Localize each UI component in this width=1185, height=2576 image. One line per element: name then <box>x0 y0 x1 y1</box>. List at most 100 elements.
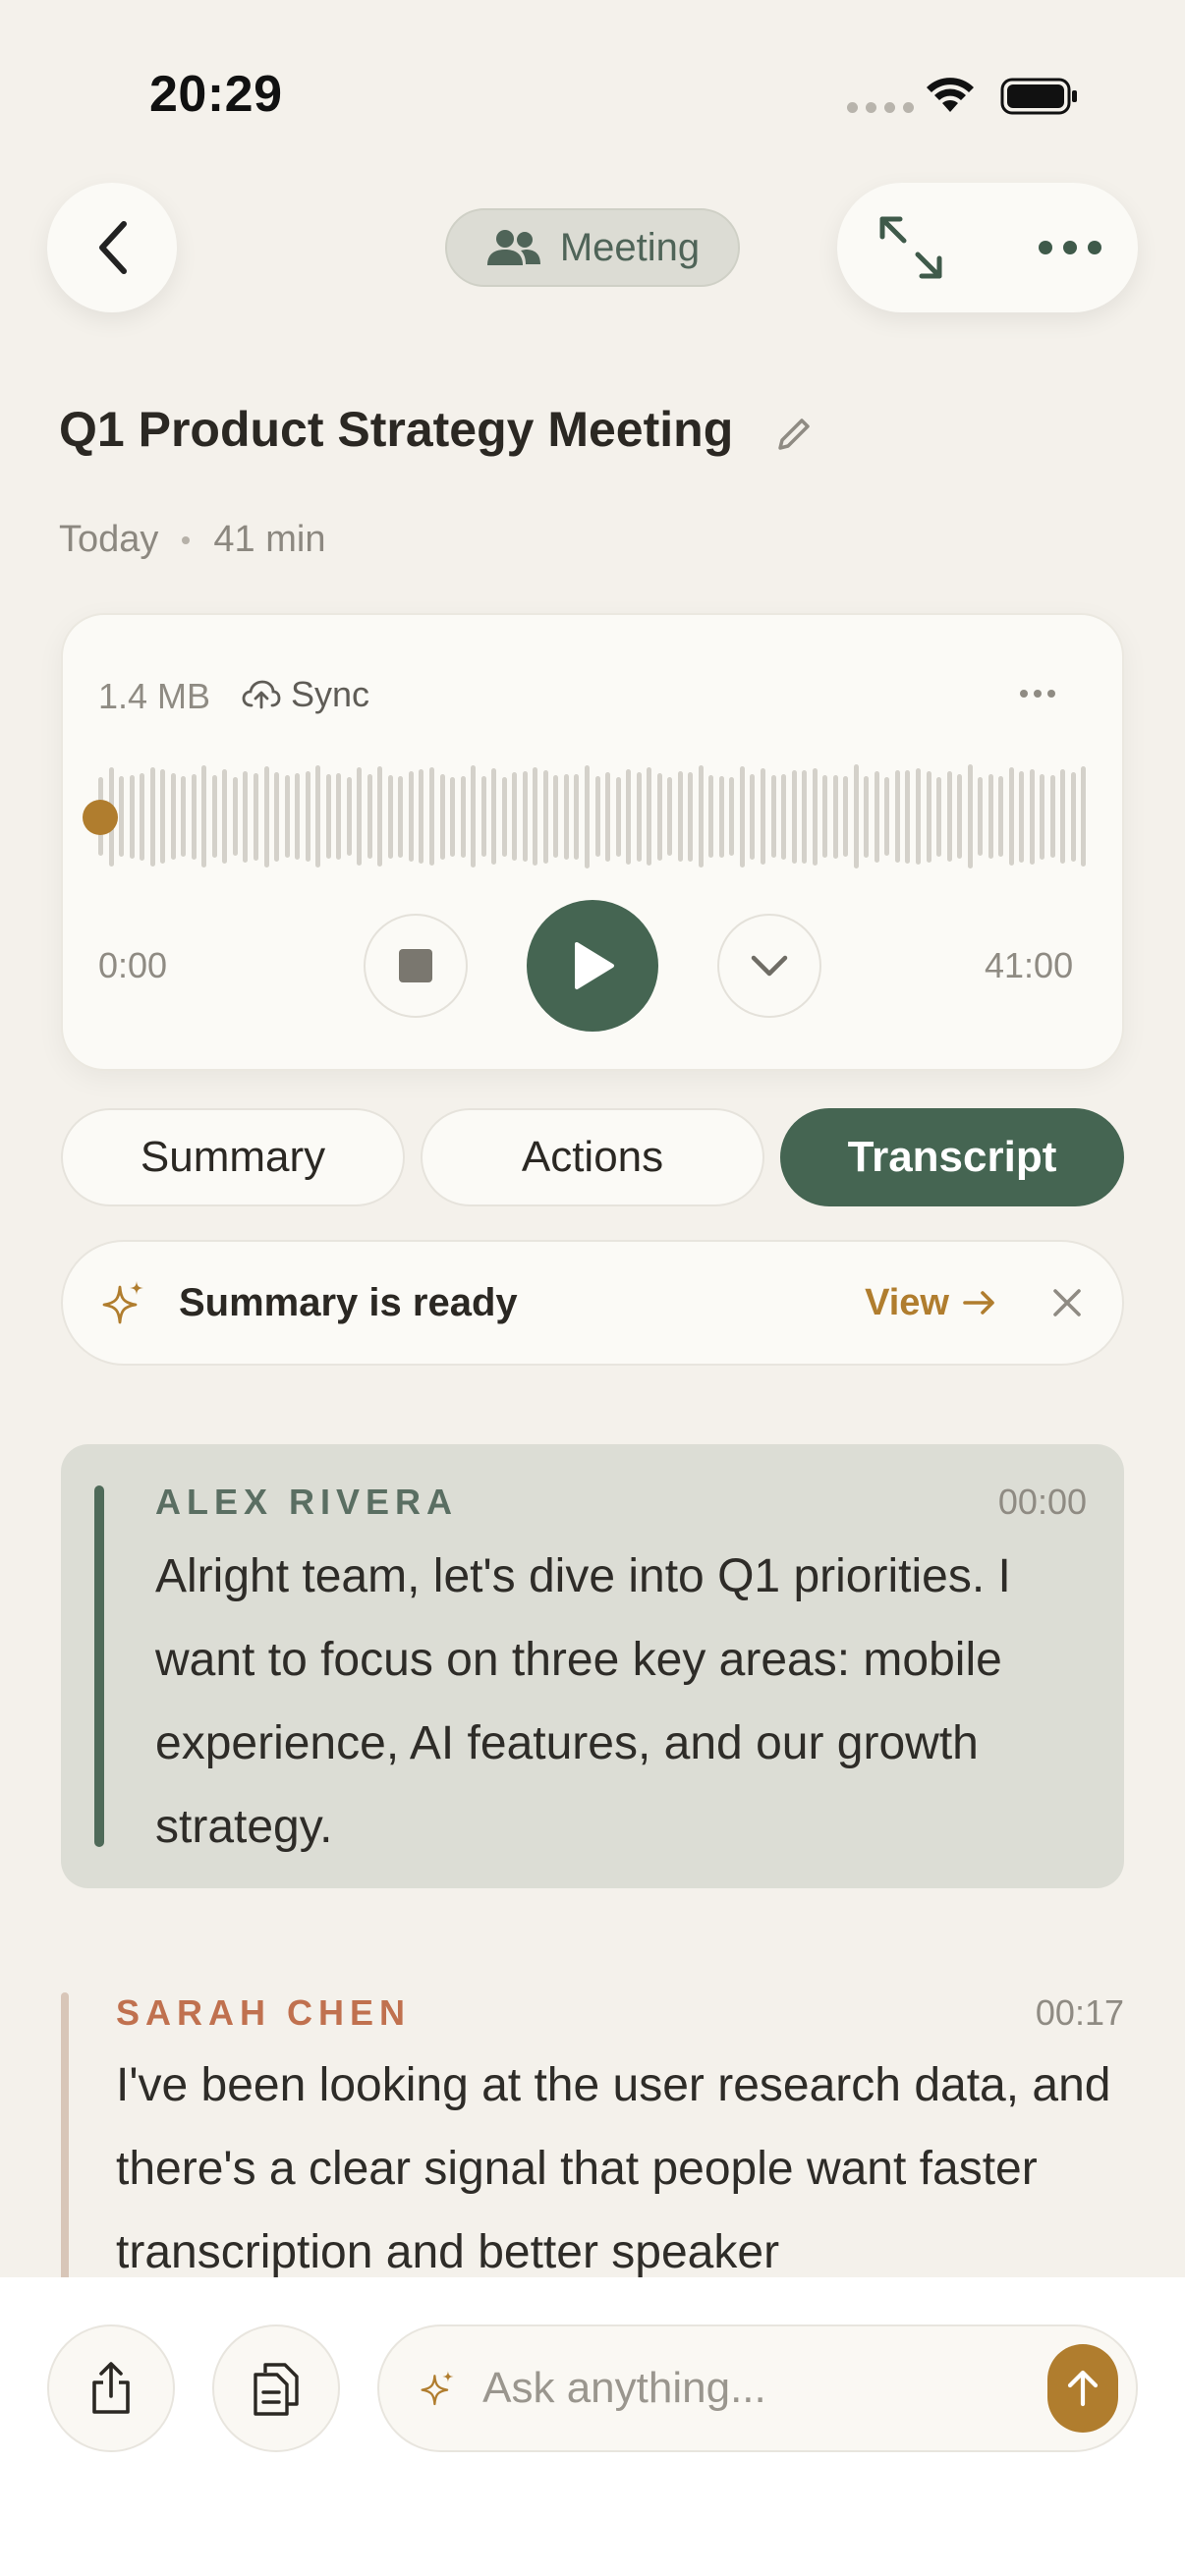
waveform-bar <box>1060 769 1066 864</box>
waveform-bar <box>563 773 569 860</box>
wifi-icon <box>927 78 974 112</box>
speaker-name: SARAH CHEN <box>116 1992 412 2033</box>
close-icon[interactable] <box>1051 1287 1083 1318</box>
arrow-right-icon <box>963 1291 994 1315</box>
waveform-bar <box>346 777 352 856</box>
ask-field[interactable] <box>377 2324 1138 2452</box>
waveform-bar <box>129 774 135 859</box>
meeting-mode-chip[interactable]: Meeting <box>445 208 740 287</box>
waveform-bar <box>1070 771 1076 862</box>
waveform-bar <box>967 764 973 868</box>
waveform-bar <box>201 765 207 868</box>
transcript-segment[interactable]: SARAH CHEN 00:17 I've been looking at th… <box>61 1992 1124 2287</box>
waveform-bar <box>667 777 673 856</box>
send-button[interactable] <box>1047 2344 1118 2433</box>
waveform-bar <box>471 765 477 868</box>
waveform-bar <box>367 774 372 859</box>
waveform-bar <box>615 776 621 857</box>
waveform-bar <box>222 769 228 864</box>
sparkle-icon <box>102 1281 143 1324</box>
play-icon <box>575 942 614 989</box>
waveform-bar <box>243 770 249 863</box>
tab-actions[interactable]: Actions <box>421 1108 764 1206</box>
playhead-handle[interactable] <box>83 800 118 835</box>
waveform-bar <box>450 776 456 857</box>
waveform-bar <box>439 773 445 860</box>
waveform-bar <box>408 771 414 862</box>
waveform[interactable] <box>98 762 1087 870</box>
status-time: 20:29 <box>149 66 283 123</box>
waveform-bar <box>584 764 590 868</box>
waveform-bar <box>605 771 611 862</box>
waveform-bar <box>533 767 538 866</box>
banner-message: Summary is ready <box>179 1280 518 1324</box>
waveform-bar <box>656 772 662 861</box>
back-button[interactable] <box>47 183 177 312</box>
segment-text: Alright team, let's dive into Q1 priorit… <box>155 1550 1011 1853</box>
total-time: 41:00 <box>985 945 1074 985</box>
view-label: View <box>865 1281 949 1323</box>
expand-icon[interactable] <box>876 213 945 282</box>
copy-icon <box>254 2363 299 2416</box>
waveform-bar <box>915 768 921 865</box>
transcript-segment[interactable]: ALEX RIVERA 00:00 Alright team, let's di… <box>61 1444 1124 1888</box>
waveform-bar <box>1040 773 1045 860</box>
waveform-bar <box>936 776 942 857</box>
waveform-bar <box>894 770 900 863</box>
waveform-bar <box>647 767 652 866</box>
tab-transcript[interactable]: Transcript <box>780 1108 1124 1206</box>
people-icon <box>486 230 540 265</box>
ask-input[interactable] <box>482 2364 1048 2413</box>
waveform-bar <box>387 774 393 859</box>
waveform-bar <box>688 771 694 862</box>
sparkle-icon <box>421 2371 454 2406</box>
header-actions <box>837 183 1138 312</box>
waveform-bar <box>284 775 290 858</box>
segment-timestamp[interactable]: 00:17 <box>1036 1992 1124 2034</box>
sync-button[interactable]: Sync <box>242 674 369 715</box>
waveform-bar <box>429 767 434 866</box>
speaker-bar <box>94 1485 104 1847</box>
waveform-bar <box>274 771 280 862</box>
waveform-bar <box>1049 775 1055 858</box>
waveform-bar <box>119 776 125 857</box>
waveform-bar <box>1029 768 1035 865</box>
waveform-bar <box>677 771 683 862</box>
arrow-up-icon <box>1067 2370 1099 2407</box>
waveform-bar <box>305 771 310 862</box>
share-button[interactable] <box>47 2324 175 2452</box>
card-more-icon[interactable] <box>1020 690 1055 698</box>
view-summary-link[interactable]: View <box>865 1282 996 1324</box>
waveform-bar <box>708 775 714 858</box>
waveform-bar <box>1019 770 1025 863</box>
cellular-signal-icon <box>847 102 914 113</box>
waveform-bar <box>419 769 424 864</box>
speaker-bar <box>61 1992 69 2287</box>
chevron-left-icon <box>99 221 127 274</box>
waveform-bar <box>926 770 931 863</box>
stop-icon <box>399 949 432 982</box>
waveform-bar <box>626 768 632 865</box>
waveform-bar <box>1081 766 1087 867</box>
waveform-bar <box>325 774 331 859</box>
waveform-bar <box>232 777 238 856</box>
waveform-bar <box>905 769 911 864</box>
chevron-down-icon <box>751 955 788 977</box>
pencil-icon[interactable] <box>774 415 814 454</box>
recording-title: Q1 Product Strategy Meeting <box>59 402 734 457</box>
play-button[interactable] <box>527 900 658 1032</box>
more-horizontal-icon[interactable] <box>1038 240 1102 255</box>
waveform-bar <box>263 765 269 868</box>
waveform-bar <box>460 775 466 858</box>
tab-summary[interactable]: Summary <box>61 1108 405 1206</box>
waveform-bar <box>998 776 1004 857</box>
segment-timestamp[interactable]: 00:00 <box>998 1482 1087 1523</box>
waveform-bar <box>211 775 217 858</box>
copy-button[interactable] <box>212 2324 340 2452</box>
recording-duration: 41 min <box>213 519 326 560</box>
waveform-bar <box>750 773 756 860</box>
waveform-bar <box>739 765 745 868</box>
collapse-button[interactable] <box>717 914 821 1018</box>
waveform-bar <box>988 774 993 859</box>
stop-button[interactable] <box>364 914 468 1018</box>
